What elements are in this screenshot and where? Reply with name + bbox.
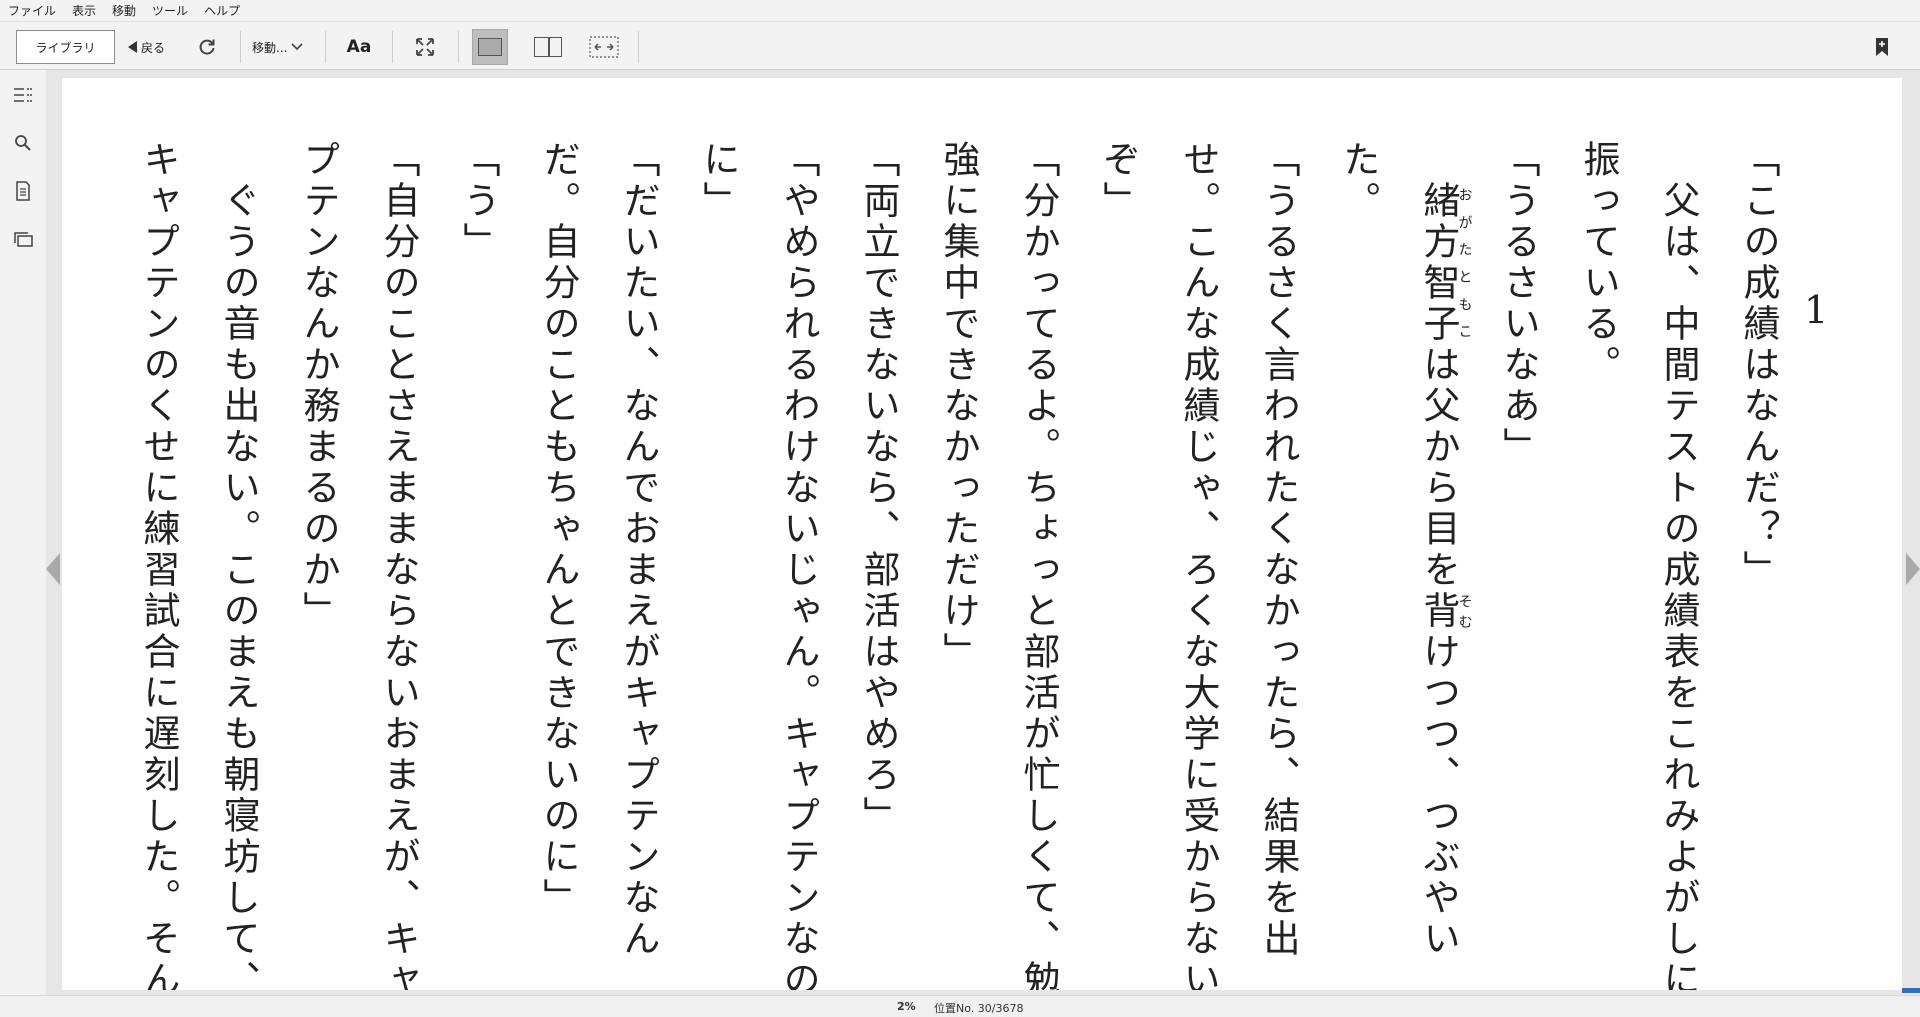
menu-help[interactable]: ヘルプ (196, 0, 248, 22)
paragraph: 「うるさいなあ」 (1497, 140, 1540, 468)
reading-progress-indicator (1902, 988, 1920, 993)
add-bookmark-button[interactable] (1870, 30, 1894, 64)
paragraph-with-ruby: 緒方智子おがたともこは父から目を背そむけつつ、つぶやいた。 (1337, 140, 1473, 960)
menu-tools[interactable]: ツール (144, 0, 196, 22)
flashcards-button[interactable] (10, 226, 36, 252)
goto-label: 移動... (252, 40, 288, 55)
fullscreen-button[interactable] (412, 30, 438, 64)
paragraph: 「自分のことさえままならないおまえが、キャプテンなんか務まるのか」 (297, 140, 420, 990)
fit-width-view-button[interactable] (586, 29, 622, 65)
reading-area: 1 「この成績はなんだ？」 父は、中間テストの成績表をこれみよがしに振っている。… (46, 70, 1920, 995)
notes-button[interactable] (10, 178, 36, 204)
single-page-icon (478, 38, 502, 56)
toolbar-separator (240, 31, 241, 63)
back-label: 戻る (141, 40, 166, 55)
next-page-arrow[interactable] (1906, 553, 1920, 585)
chapter-number: 1 (1804, 288, 1829, 332)
search-button[interactable] (10, 130, 36, 156)
reading-percent: 2% (897, 1000, 916, 1013)
paragraph: ぐうの音も出ない。このまえも朝寝坊して、キャプテンのくせに練習試合に遅刻した。そ… (137, 140, 260, 990)
paragraph: 「分かってるよ。ちょっと部活が忙しくて、勉強に集中できなかっただけ」 (937, 140, 1060, 990)
menu-go[interactable]: 移動 (104, 0, 144, 22)
fit-width-icon (589, 36, 619, 58)
paragraph: 「だいたい、なんでおまえがキャプテンなんだ。自分のこともちゃんとできないのに」 (537, 140, 660, 960)
toolbar-separator (638, 31, 639, 63)
notebook-icon (16, 181, 30, 201)
font-settings-button[interactable]: Aa (344, 30, 374, 64)
menu-view[interactable]: 表示 (64, 0, 104, 22)
menu-file[interactable]: ファイル (0, 0, 64, 22)
two-page-view-button[interactable] (530, 29, 566, 65)
paragraph: 「うるさく言われたくなかったら、結果を出せ。こんな成績じゃ、ろくな大学に受からな… (1097, 140, 1300, 990)
back-button[interactable]: 戻る (128, 30, 165, 64)
toc-icon (14, 88, 32, 102)
library-button[interactable]: ライブラリ (16, 30, 115, 64)
paragraph: 「両立できないなら、部活はやめろ」 (857, 140, 900, 837)
refresh-icon (199, 39, 215, 55)
paragraph: 「う」 (457, 140, 500, 263)
menu-bar: ファイル 表示 移動 ツール ヘルプ (0, 0, 1920, 22)
toolbar-separator (325, 31, 326, 63)
previous-page-arrow[interactable] (46, 553, 60, 585)
bookmark-icon (1876, 38, 1888, 56)
left-rail (0, 70, 46, 995)
fullscreen-icon (416, 38, 434, 56)
book-page[interactable]: 1 「この成績はなんだ？」 父は、中間テストの成績表をこれみよがしに振っている。… (62, 78, 1902, 990)
name-ruby-reading: おがたともこ (1456, 181, 1473, 345)
single-page-view-button[interactable] (472, 29, 508, 65)
location-readout: 位置No. 30/3678 (934, 1002, 1024, 1015)
name-ruby: 緒方智子おがたともこ (1417, 181, 1473, 345)
goto-menu-button[interactable]: 移動... (252, 30, 304, 64)
flashcards-icon (14, 232, 33, 247)
toolbar: ライブラリ 戻る 移動... Aa (0, 22, 1920, 70)
toolbar-separator (458, 31, 459, 63)
toolbar-separator (392, 31, 393, 63)
back-arrow-icon (128, 41, 137, 53)
table-of-contents-button[interactable] (10, 82, 36, 108)
status-bar: 2% 位置No. 30/3678 (0, 995, 1920, 1017)
chevron-down-icon (291, 43, 304, 51)
somu-ruby: 背そむ (1417, 591, 1473, 632)
paragraph: 父は、中間テストの成績表をこれみよがしに振っている。 (1577, 140, 1700, 990)
paragraph: 「この成績はなんだ？」 (1737, 140, 1780, 591)
search-icon (15, 135, 31, 151)
refresh-button[interactable] (194, 30, 220, 64)
book-text: 「この成績はなんだ？」 父は、中間テストの成績表をこれみよがしに振っている。 「… (62, 140, 1798, 990)
paragraph: 「やめられるわけないじゃん。キャプテンなのに」 (697, 140, 820, 990)
two-page-icon (534, 37, 562, 57)
somu-ruby-reading: そむ (1456, 591, 1473, 632)
